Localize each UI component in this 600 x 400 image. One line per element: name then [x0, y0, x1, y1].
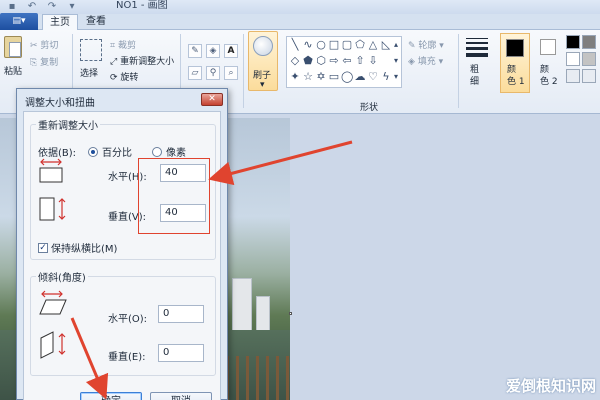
annotation-overlay	[70, 140, 353, 400]
annotation-arrow-to-ok	[70, 317, 109, 400]
watermark: 爱倒根知识网	[505, 377, 596, 395]
annotation-arrow-to-input	[208, 140, 353, 186]
